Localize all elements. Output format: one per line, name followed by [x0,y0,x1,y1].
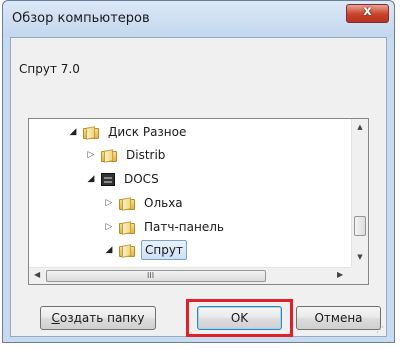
folder-icon [101,148,117,163]
cancel-label: Отмена [314,311,363,325]
tree-item-label: Ольха [144,196,183,210]
folder-icon [83,125,99,140]
scroll-right-arrow-icon[interactable]: ▶ [337,270,343,279]
collapse-arrow-icon[interactable]: ◢ [67,127,79,137]
cancel-button[interactable]: Отмена [296,306,381,330]
vertical-scrollbar[interactable]: ▲ ▼ [351,119,368,267]
expand-arrow-icon[interactable]: ▷ [85,150,97,160]
new-folder-mnemonic: С [51,311,60,325]
scroll-grip-icon: III [147,271,155,280]
collapse-arrow-icon[interactable]: ◢ [103,245,115,255]
expand-arrow-icon[interactable]: ▷ [103,222,115,232]
drive-icon [101,172,115,186]
tree-item-patch-panel[interactable]: ▷ Патч-панель [103,216,227,238]
ok-button[interactable]: OK [197,306,282,330]
new-folder-label: оздать папку [59,311,145,325]
resize-grip-icon[interactable]: ⋰ [376,325,384,334]
dialog-title: Обзор компьютеров [12,11,150,26]
tree-item-olha[interactable]: ▷ Ольха [103,192,186,214]
ok-label: OK [230,311,249,325]
vertical-scroll-thumb[interactable] [354,216,366,236]
new-folder-button[interactable]: Создать папку [40,306,156,330]
tree-item-label: Патч-панель [144,220,224,234]
title-bar[interactable]: Обзор компьютеров x [3,1,394,37]
tree-item-sprut[interactable]: ◢ Спрут [103,239,187,261]
folder-open-icon [119,243,135,258]
expand-arrow-icon[interactable]: ▷ [103,198,115,208]
scrollbar-corner [351,267,368,284]
scroll-down-arrow-icon[interactable]: ▼ [352,253,368,261]
horizontal-scroll-thumb[interactable]: III [46,270,266,282]
tree-item-docs[interactable]: ◢ DOCS [85,168,162,190]
tree-item-label: Distrib [126,148,166,162]
tree-item-label: Диск Разное [108,125,187,139]
scroll-left-arrow-icon[interactable]: ◀ [34,270,40,279]
tree-item-label: DOCS [124,172,159,186]
collapse-arrow-icon[interactable]: ◢ [85,174,97,184]
folder-tree[interactable]: ◢ Диск Разное ▷ Distrib ◢ DOCS ▷ Ольха ▷… [28,118,369,285]
tree-item-distrib[interactable]: ▷ Distrib [85,144,168,166]
tree-item-label-selected: Спрут [141,240,187,260]
close-icon: x [363,4,372,19]
dialog-description: Спрут 7.0 [19,62,80,76]
scroll-up-arrow-icon[interactable]: ▲ [352,123,368,131]
folder-icon [119,220,135,235]
horizontal-scrollbar[interactable]: ◀ III ▶ [29,267,351,284]
browse-computers-dialog: Обзор компьютеров x Спрут 7.0 ◢ Диск Раз… [2,0,395,343]
dialog-body: Спрут 7.0 ◢ Диск Разное ▷ Distrib ◢ DOCS [10,37,387,337]
close-button[interactable]: x [346,4,389,23]
folder-icon [119,196,135,211]
tree-item-disk-raznoe[interactable]: ◢ Диск Разное [67,121,189,143]
